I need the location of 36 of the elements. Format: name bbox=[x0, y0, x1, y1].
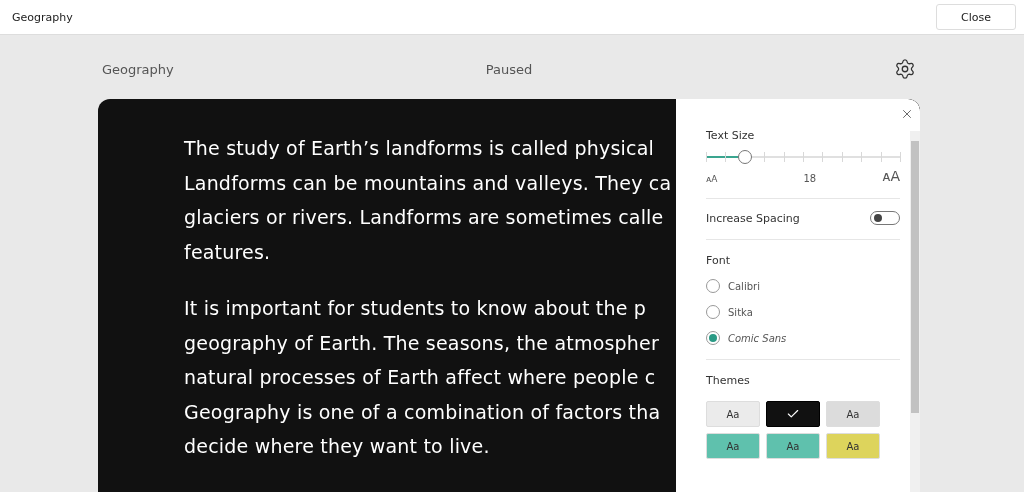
reading-text-line: geography of Earth. The seasons, the atmospher bbox=[184, 330, 660, 356]
reading-text-line: Geography is one of a combination of factors tha bbox=[184, 399, 662, 425]
slider-thumb[interactable] bbox=[737, 150, 752, 164]
reading-text-line: decide where they want to live. bbox=[184, 434, 491, 459]
window-title: Geography bbox=[12, 10, 73, 24]
status-text: Paused bbox=[485, 61, 533, 77]
font-option[interactable]: Calibri bbox=[728, 280, 760, 292]
small-text-glyph: ᴀA bbox=[706, 174, 718, 184]
book-title: Geography bbox=[102, 61, 174, 77]
theme-swatch[interactable]: Aa bbox=[766, 433, 820, 459]
section-label: Font bbox=[706, 254, 731, 267]
settings-icon[interactable] bbox=[894, 58, 916, 80]
large-text-glyph: ᴀA bbox=[882, 168, 900, 184]
theme-swatch[interactable]: Aa bbox=[826, 401, 880, 427]
reading-text-line: glaciers or rivers. Landforms are sometimes calle bbox=[184, 205, 665, 230]
text-size-slider[interactable] bbox=[706, 150, 900, 164]
close-button[interactable]: Close bbox=[936, 4, 1016, 30]
font-option[interactable]: Comic Sans bbox=[728, 332, 787, 344]
scrollbar[interactable] bbox=[910, 131, 920, 492]
size-value: 18 bbox=[803, 173, 817, 184]
close-icon[interactable] bbox=[900, 107, 914, 121]
theme-swatch[interactable]: Aa bbox=[706, 433, 760, 459]
check-icon bbox=[786, 407, 800, 421]
theme-swatch[interactable] bbox=[766, 401, 820, 427]
section-label: Text Size bbox=[706, 129, 756, 142]
spacing-label: Increase Spacing bbox=[706, 211, 800, 225]
section-label: Themes bbox=[706, 374, 751, 387]
spacing-toggle[interactable] bbox=[870, 211, 900, 225]
reading-text-line: natural processes of Earth affect where people c bbox=[184, 365, 657, 390]
theme-swatch[interactable]: Aa bbox=[706, 401, 760, 427]
reading-text-line: Landforms can be mountains and valleys. They ca bbox=[184, 170, 673, 196]
font-option[interactable]: Sitka bbox=[728, 306, 753, 318]
reading-text-line: It is important for students to know about the p bbox=[184, 296, 648, 321]
theme-swatch[interactable]: Aa bbox=[826, 433, 880, 459]
reading-text-line: features. bbox=[184, 239, 272, 265]
reading-text-line: The study of Earth’s landforms is called physical bbox=[184, 136, 655, 161]
